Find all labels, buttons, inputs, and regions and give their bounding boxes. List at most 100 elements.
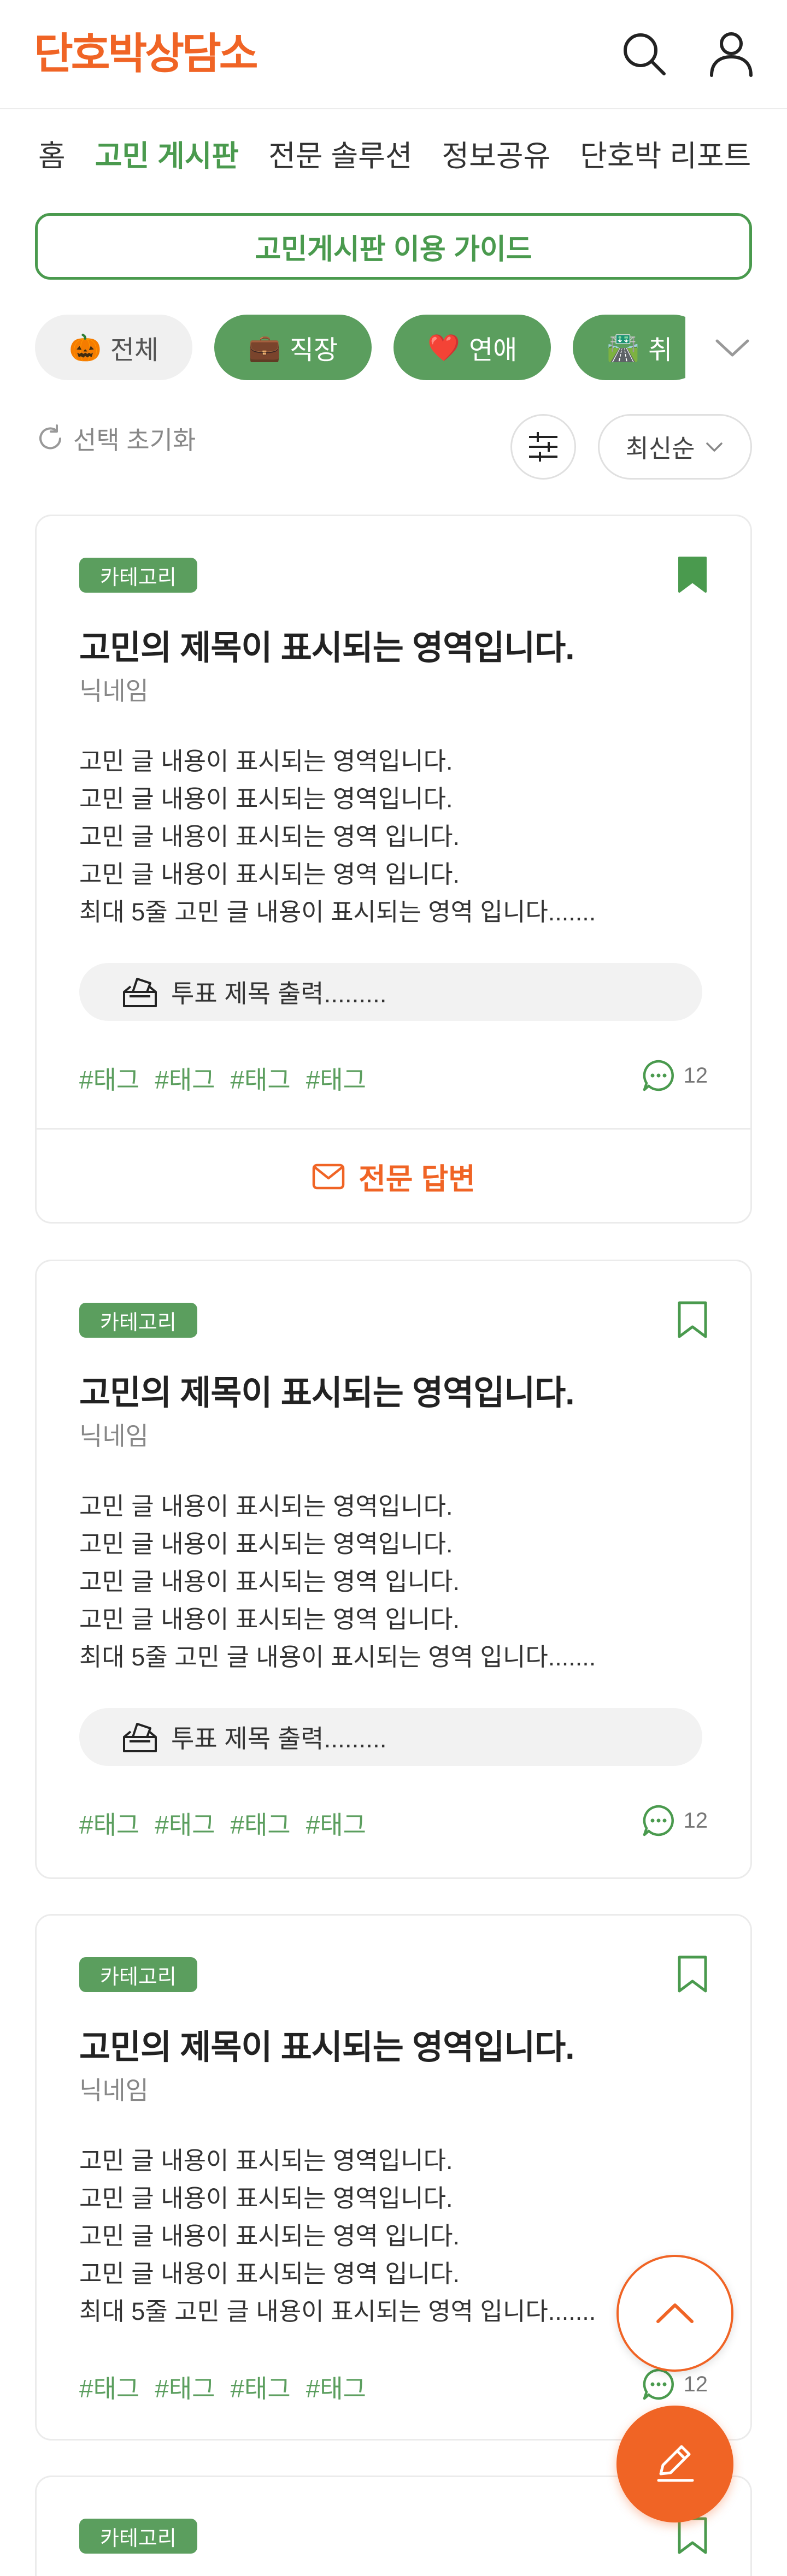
comment-count-value: 12: [683, 1808, 708, 1833]
sort-select[interactable]: 최신순: [598, 414, 752, 480]
guide-button[interactable]: 고민게시판 이용 가이드: [35, 213, 752, 280]
main-nav: 홈 고민 게시판 전문 솔루션 정보공유 단호박 리포트: [0, 109, 787, 197]
post-card[interactable]: 카테고리 고민의 제목이 표시되는 영역입니다. 닉네임 고민 글 내용이 표시…: [35, 1260, 752, 1879]
vote-box[interactable]: 투표 제목 출력.........: [79, 963, 702, 1021]
bookmark-icon[interactable]: [677, 2516, 708, 2555]
tag[interactable]: #태그: [230, 1805, 290, 1841]
post-body-line: 고민 글 내용이 표시되는 영역입니다.: [79, 1530, 453, 1558]
post-body-line: 최대 5줄 고민 글 내용이 표시되는 영역 입니다.......: [79, 2297, 596, 2325]
chip-label: 취: [648, 336, 673, 365]
vote-box[interactable]: 투표 제목 출력.........: [79, 1708, 702, 1766]
tag[interactable]: #태그: [230, 1060, 290, 1096]
expert-answer-button[interactable]: 전문 답변: [37, 1128, 750, 1223]
comment-count-value: 12: [683, 1063, 708, 1088]
chip-emoji: 🎃: [69, 333, 102, 363]
nav-item-report[interactable]: 단호박 리포트: [580, 132, 751, 175]
category-badge: 카테고리: [79, 558, 197, 593]
chip-work[interactable]: 💼 직장: [214, 315, 372, 380]
post-title: 고민의 제목이 표시되는 영역입니다.: [79, 1374, 575, 1412]
ballot-box-icon: [123, 978, 157, 1007]
chevron-up-icon: [656, 2303, 694, 2323]
post-body-line: 고민 글 내용이 표시되는 영역 입니다.: [79, 823, 460, 850]
post-nickname: 닉네임: [79, 1422, 149, 1450]
post-body-line: 고민 글 내용이 표시되는 영역입니다.: [79, 785, 453, 813]
post-body-line: 고민 글 내용이 표시되는 영역입니다.: [79, 2147, 453, 2175]
tag-list: #태그 #태그 #태그 #태그: [79, 1805, 366, 1841]
post-body: 고민 글 내용이 표시되는 영역입니다. 고민 글 내용이 표시되는 영역입니다…: [79, 1487, 596, 1676]
tag[interactable]: #태그: [155, 1805, 215, 1841]
reset-label: 선택 초기화: [73, 426, 196, 454]
chip-label: 연애: [468, 336, 518, 365]
post-body-line: 최대 5줄 고민 글 내용이 표시되는 영역 입니다.......: [79, 1643, 596, 1671]
post-body-line: 고민 글 내용이 표시되는 영역입니다.: [79, 2184, 453, 2212]
nav-item-solution[interactable]: 전문 솔루션: [268, 132, 412, 175]
bookmark-icon[interactable]: [677, 556, 708, 594]
tag[interactable]: #태그: [306, 2369, 366, 2405]
filter-button[interactable]: [510, 414, 576, 480]
tag-list: #태그 #태그 #태그 #태그: [79, 2369, 366, 2405]
post-body-line: 최대 5줄 고민 글 내용이 표시되는 영역 입니다.......: [79, 898, 596, 926]
chip-love[interactable]: ❤️ 연애: [393, 315, 551, 380]
category-badge: 카테고리: [79, 1303, 197, 1338]
sliders-icon: [529, 432, 557, 462]
post-body-line: 고민 글 내용이 표시되는 영역입니다.: [79, 1492, 453, 1520]
post-nickname: 닉네임: [79, 677, 149, 705]
app-header: 단호박상담소: [0, 0, 787, 109]
comment-icon: [643, 2368, 674, 2400]
sort-label: 최신순: [625, 434, 695, 463]
chevron-down-icon[interactable]: [710, 326, 754, 369]
search-icon[interactable]: [616, 26, 671, 81]
vote-title: 투표 제목 출력.........: [171, 979, 387, 1008]
refresh-icon: [39, 424, 61, 450]
tag[interactable]: #태그: [230, 2369, 290, 2405]
tag[interactable]: #태그: [306, 1805, 366, 1841]
chip-label: 전체: [110, 336, 159, 365]
nav-item-home[interactable]: 홈: [38, 132, 66, 175]
write-post-button[interactable]: [616, 2406, 733, 2522]
comment-count: 12: [641, 2367, 708, 2402]
bookmark-icon[interactable]: [677, 1301, 708, 1339]
post-body: 고민 글 내용이 표시되는 영역입니다. 고민 글 내용이 표시되는 영역입니다…: [79, 2142, 596, 2330]
expert-answer-label: 전문 답변: [359, 1163, 475, 1196]
scroll-top-button[interactable]: [616, 2255, 733, 2372]
mail-icon: [312, 1163, 345, 1189]
post-title: 고민의 제목이 표시되는 영역입니다.: [79, 629, 575, 667]
post-nickname: 닉네임: [79, 2076, 149, 2105]
tag[interactable]: #태그: [79, 2369, 139, 2405]
tag[interactable]: #태그: [155, 2369, 215, 2405]
tag-list: #태그 #태그 #태그 #태그: [79, 1060, 366, 1096]
chip-label: 직장: [289, 336, 338, 365]
post-body-line: 고민 글 내용이 표시되는 영역 입니다.: [79, 1568, 460, 1596]
post-body-line: 고민 글 내용이 표시되는 영역 입니다.: [79, 2260, 460, 2288]
chip-all[interactable]: 🎃 전체: [35, 315, 193, 380]
category-badge: 카테고리: [79, 2519, 197, 2554]
tag[interactable]: #태그: [79, 1805, 139, 1841]
bookmark-icon[interactable]: [677, 1955, 708, 1993]
vote-title: 투표 제목 출력.........: [171, 1724, 387, 1753]
reset-button[interactable]: 선택 초기화: [35, 421, 196, 457]
chip-job[interactable]: 🛣️ 취: [573, 315, 685, 380]
post-body-line: 고민 글 내용이 표시되는 영역 입니다.: [79, 2222, 460, 2250]
post-body-line: 고민 글 내용이 표시되는 영역 입니다.: [79, 1605, 460, 1633]
logo[interactable]: 단호박상담소: [34, 26, 259, 81]
comment-icon: [643, 1805, 674, 1836]
nav-item-info[interactable]: 정보공유: [442, 132, 551, 175]
chip-emoji: 💼: [248, 333, 281, 363]
tag[interactable]: #태그: [79, 1060, 139, 1096]
pencil-icon: [657, 2445, 694, 2482]
comment-icon: [643, 1060, 674, 1091]
chip-emoji: ❤️: [427, 333, 460, 363]
category-chips: 🎃 전체 💼 직장 ❤️ 연애 🛣️ 취: [35, 315, 685, 380]
chevron-down-icon: [706, 442, 723, 452]
tag[interactable]: #태그: [306, 1060, 366, 1096]
post-body-line: 고민 글 내용이 표시되는 영역입니다.: [79, 747, 453, 775]
chip-emoji: 🛣️: [607, 333, 640, 363]
comment-count: 12: [641, 1058, 708, 1093]
category-badge: 카테고리: [79, 1957, 197, 1992]
comment-count-value: 12: [683, 2372, 708, 2396]
user-icon[interactable]: [704, 26, 759, 81]
nav-item-board[interactable]: 고민 게시판: [95, 132, 239, 175]
post-body: 고민 글 내용이 표시되는 영역입니다. 고민 글 내용이 표시되는 영역입니다…: [79, 742, 596, 931]
tag[interactable]: #태그: [155, 1060, 215, 1096]
post-card[interactable]: 카테고리 고민의 제목이 표시되는 영역입니다. 닉네임 고민 글 내용이 표시…: [35, 515, 752, 1224]
